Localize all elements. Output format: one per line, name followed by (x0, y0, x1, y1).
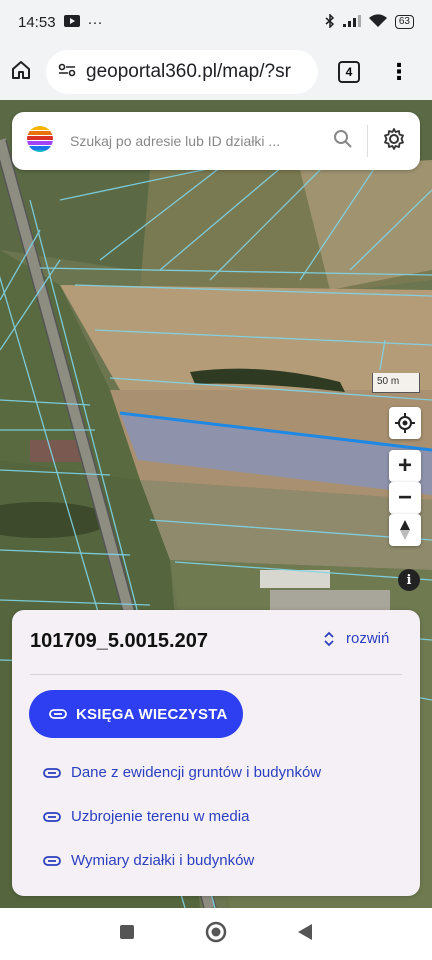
clock: 14:53 (18, 13, 56, 31)
more-notifications: ··· (87, 13, 103, 31)
browser-toolbar: geoportal360.pl/map/?sr 4 ⋮ (0, 44, 432, 100)
utilities-link[interactable]: Uzbrojenie terenu w media (43, 808, 249, 825)
parcel-details-panel: 101709_5.0015.207 rozwiń KSIĘGA WIECZYST… (12, 610, 420, 896)
unfold-icon (324, 631, 334, 646)
compass-button[interactable] (389, 514, 421, 546)
site-settings-icon[interactable] (58, 61, 76, 83)
search-icon[interactable] (333, 129, 353, 154)
battery-indicator: 63 (394, 15, 414, 29)
app-logo[interactable] (26, 125, 54, 158)
bluetooth-icon (325, 12, 335, 31)
address-bar[interactable]: geoportal360.pl/map/?sr (46, 50, 318, 94)
browser-menu-icon[interactable]: ⋮ (388, 59, 410, 85)
utilities-label: Uzbrojenie terenu w media (71, 808, 250, 825)
dimensions-link[interactable]: Wymiary działki i budynków (43, 852, 254, 869)
recents-button[interactable] (119, 924, 135, 945)
home-icon[interactable] (10, 59, 32, 86)
parcel-id: 101709_5.0015.207 (30, 630, 208, 652)
zoom-in-button[interactable]: + (389, 450, 421, 482)
status-bar: 14:53 ··· 63 (0, 0, 432, 44)
search-bar[interactable]: Szukaj po adresie lub ID działki ... (12, 112, 420, 170)
tab-switcher-button[interactable]: 4 (338, 61, 360, 83)
divider (367, 125, 368, 157)
signal-icon (342, 14, 361, 30)
link-icon (49, 709, 67, 719)
wifi-icon (368, 13, 387, 31)
compass-icon (400, 520, 410, 540)
back-button[interactable] (297, 923, 313, 946)
expand-label: rozwiń (346, 630, 390, 647)
land-register-label: KSIĘGA WIECZYSTA (76, 705, 228, 723)
link-icon (43, 855, 61, 866)
land-records-link[interactable]: Dane z ewidencji gruntów i budynków (43, 764, 321, 781)
settings-gear-icon[interactable] (382, 127, 406, 156)
locate-me-button[interactable] (389, 407, 421, 439)
url-text: geoportal360.pl/map/?sr (86, 61, 291, 82)
divider (30, 674, 402, 675)
land-records-label: Dane z ewidencji gruntów i budynków (71, 764, 322, 781)
crosshair-icon (395, 413, 415, 433)
youtube-notification-icon (63, 14, 80, 31)
expand-button[interactable]: rozwiń (324, 630, 389, 647)
dimensions-label: Wymiary działki i budynków (71, 852, 255, 869)
link-icon (43, 811, 61, 822)
info-icon[interactable]: i (398, 569, 420, 591)
land-register-button[interactable]: KSIĘGA WIECZYSTA (29, 690, 243, 738)
zoom-out-button[interactable]: − (389, 482, 421, 514)
system-nav-bar (0, 908, 432, 960)
map-scale: 50 m (372, 373, 420, 393)
link-icon (43, 767, 61, 778)
home-button[interactable] (205, 921, 227, 948)
search-input[interactable]: Szukaj po adresie lub ID działki ... (70, 133, 333, 149)
